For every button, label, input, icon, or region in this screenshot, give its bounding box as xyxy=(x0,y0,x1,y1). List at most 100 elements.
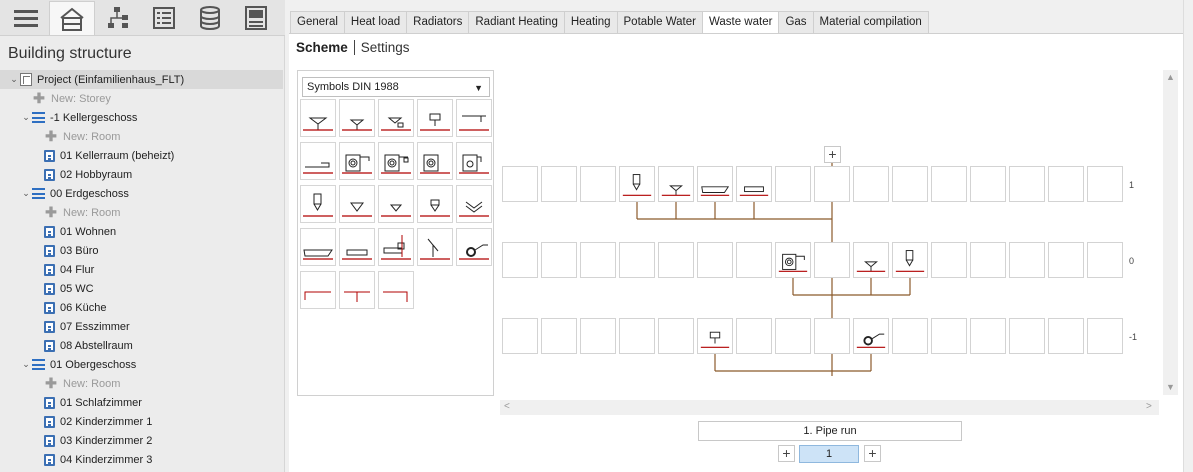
scheme-cell[interactable] xyxy=(970,242,1006,278)
scheme-cell[interactable] xyxy=(775,166,811,202)
scheme-cell[interactable] xyxy=(814,242,850,278)
scheme-cell[interactable] xyxy=(1087,318,1123,354)
expand-arrow-icon[interactable]: ⌄ xyxy=(8,74,20,85)
scheme-cell[interactable] xyxy=(853,166,889,202)
wall-fixture-icon[interactable] xyxy=(378,228,414,266)
tab-heating[interactable]: Heating xyxy=(563,11,617,34)
scheme-cell[interactable] xyxy=(931,242,967,278)
shower-tray-icon[interactable] xyxy=(339,228,375,266)
tree-item-room[interactable]: 04 Flur xyxy=(32,260,94,279)
add-pipe-run-button[interactable]: + xyxy=(778,445,795,462)
network-icon[interactable] xyxy=(95,1,141,35)
wall-hook-icon[interactable] xyxy=(456,99,492,137)
scheme-cell-small-funnel[interactable] xyxy=(658,166,694,202)
scheme-cell[interactable] xyxy=(580,166,616,202)
building-icon[interactable] xyxy=(49,1,95,35)
vertical-scrollbar[interactable]: ▲ ▼ xyxy=(1163,70,1178,395)
small-funnel-icon[interactable] xyxy=(339,99,375,137)
tree-item-room[interactable]: 01 Kellerraum (beheizt) xyxy=(32,146,174,165)
tree-item-new[interactable]: ✚ New: Storey xyxy=(20,89,111,108)
scroll-down-icon[interactable]: ▼ xyxy=(1166,382,1175,392)
sink-icon[interactable] xyxy=(300,142,336,180)
scheme-cell[interactable] xyxy=(736,318,772,354)
scheme-cell[interactable] xyxy=(580,242,616,278)
scheme-cell[interactable] xyxy=(1087,242,1123,278)
scroll-left-icon[interactable]: < xyxy=(504,401,510,412)
tab-radiators[interactable]: Radiators xyxy=(406,11,469,34)
tab-gas[interactable]: Gas xyxy=(778,11,813,34)
scheme-cell-wall-outlet[interactable] xyxy=(697,318,733,354)
tree-item-room[interactable]: 01 Wohnen xyxy=(32,222,116,241)
scheme-cell[interactable] xyxy=(541,318,577,354)
list-icon[interactable] xyxy=(141,1,187,35)
chevron-drain-icon[interactable] xyxy=(456,185,492,223)
tab-general[interactable]: General xyxy=(290,11,344,34)
loop-drain-icon[interactable] xyxy=(456,228,492,266)
symbol-set-select[interactable]: Symbols DIN 1988 ▼ xyxy=(302,77,490,97)
tab-waste-water[interactable]: Waste water xyxy=(701,11,779,34)
pipe-bend-icon[interactable] xyxy=(417,228,453,266)
tab-material-compilation[interactable]: Material compilation xyxy=(812,11,929,34)
tab-scheme[interactable]: Scheme xyxy=(296,40,348,55)
scheme-cell[interactable] xyxy=(502,166,538,202)
tree-item-new[interactable]: ✚ New: Room xyxy=(32,203,120,222)
tree-item-storey[interactable]: ⌄ 00 Erdgeschoss xyxy=(20,184,129,203)
tree-item-new[interactable]: ✚ New: Room xyxy=(32,127,120,146)
scheme-cell-tall-fixture[interactable] xyxy=(892,242,928,278)
scheme-cell-shower-tray[interactable] xyxy=(736,166,772,202)
tree-item-room[interactable]: 03 Kinderzimmer 2 xyxy=(32,431,152,450)
pipe-right-icon[interactable] xyxy=(378,271,414,309)
scheme-cell[interactable] xyxy=(970,318,1006,354)
pipe-tee-icon[interactable] xyxy=(339,271,375,309)
tree-item-room[interactable]: 01 Schlafzimmer xyxy=(32,393,142,412)
expand-arrow-icon[interactable]: ⌄ xyxy=(20,188,32,199)
scheme-cell[interactable] xyxy=(892,318,928,354)
add-column-button[interactable]: + xyxy=(824,146,841,163)
panel-icon[interactable] xyxy=(233,1,279,35)
expand-arrow-icon[interactable]: ⌄ xyxy=(20,359,32,370)
scheme-cell-bathtub[interactable] xyxy=(697,166,733,202)
scheme-cell[interactable] xyxy=(619,318,655,354)
scheme-cell[interactable] xyxy=(502,242,538,278)
tab-settings[interactable]: Settings xyxy=(361,40,410,55)
scheme-cell-small-funnel[interactable] xyxy=(853,242,889,278)
triangle-drain-icon[interactable] xyxy=(339,185,375,223)
tree-item-room[interactable]: 07 Esszimmer xyxy=(32,317,130,336)
tree-item-storey[interactable]: ⌄ 01 Obergeschoss xyxy=(20,355,136,374)
scheme-cell[interactable] xyxy=(892,166,928,202)
bathtub-icon[interactable] xyxy=(300,228,336,266)
tree-item-room[interactable]: 03 Büro xyxy=(32,241,99,260)
appliance-icon[interactable] xyxy=(456,142,492,180)
pipe-run-number[interactable]: 1 xyxy=(799,445,859,463)
scheme-cell[interactable] xyxy=(697,242,733,278)
scheme-cell[interactable] xyxy=(1048,166,1084,202)
funnel-icon[interactable] xyxy=(300,99,336,137)
tree-item-room[interactable]: 02 Kinderzimmer 1 xyxy=(32,412,152,431)
scheme-cell[interactable] xyxy=(736,242,772,278)
scheme-cell[interactable] xyxy=(580,318,616,354)
scheme-cell-loop-drain[interactable] xyxy=(853,318,889,354)
horizontal-scrollbar[interactable]: < > xyxy=(500,400,1159,415)
dishwasher-icon[interactable] xyxy=(378,142,414,180)
tree-item-new[interactable]: ✚ New: Room xyxy=(32,374,120,393)
next-pipe-run-button[interactable]: + xyxy=(864,445,881,462)
pipe-left-icon[interactable] xyxy=(300,271,336,309)
scheme-cell[interactable] xyxy=(541,166,577,202)
scheme-cell[interactable] xyxy=(775,318,811,354)
washing-machine-icon[interactable] xyxy=(339,142,375,180)
scheme-cell[interactable] xyxy=(814,318,850,354)
scheme-cell[interactable] xyxy=(1087,166,1123,202)
tall-fixture-icon[interactable] xyxy=(300,185,336,223)
scheme-cell-washing-machine[interactable] xyxy=(775,242,811,278)
scheme-cell[interactable] xyxy=(1048,318,1084,354)
scheme-cell[interactable] xyxy=(502,318,538,354)
menu-icon[interactable] xyxy=(3,1,49,35)
scheme-cell[interactable] xyxy=(1009,318,1045,354)
tree-item-room[interactable]: 02 Hobbyraum xyxy=(32,165,132,184)
expand-arrow-icon[interactable]: ⌄ xyxy=(20,112,32,123)
tree-item-storey[interactable]: ⌄ -1 Kellergeschoss xyxy=(20,108,137,127)
scheme-cell[interactable] xyxy=(814,166,850,202)
scheme-cell[interactable] xyxy=(658,318,694,354)
tree-item-project[interactable]: ⌄ Project (Einfamilienhaus_FLT) xyxy=(0,70,283,89)
pipe-run-field[interactable]: 1. Pipe run xyxy=(698,421,962,441)
